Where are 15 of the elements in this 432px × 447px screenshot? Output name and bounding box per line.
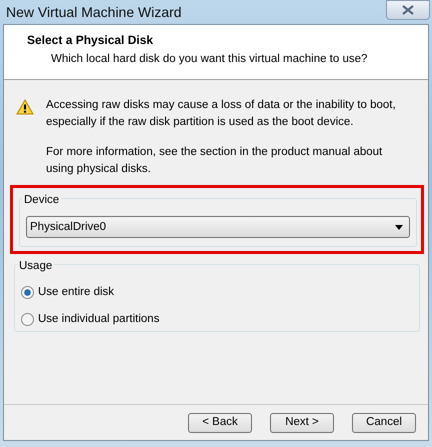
wizard-button[interactable]: Cancel [352,412,416,432]
warning-text: Accessing raw disks may cause a loss of data or the inability to boot, especially if the raw disk partition is used as the boot device. [46,98,397,130]
warning-icon [16,99,34,115]
radio-option[interactable]: Use entire disk [21,284,114,301]
close-button[interactable] [386,0,430,20]
page-title: Select a Physical Disk [27,32,154,49]
device-dropdown[interactable]: PhysicalDrive0 [26,216,410,238]
window-title: New Virtual Machine Wizard [6,2,182,22]
page-subtitle: Which local hard disk do you want this virtual machine to use? [50,52,368,67]
wizard-button[interactable]: < Back [188,412,252,432]
info-text: For more information, see the section in the product manual about using physical disks. [46,144,384,177]
wizard-button[interactable]: Next > [270,412,334,432]
radio-option[interactable]: Use individual partitions [21,310,160,328]
caret-icon [395,224,403,230]
close-icon [402,5,414,15]
